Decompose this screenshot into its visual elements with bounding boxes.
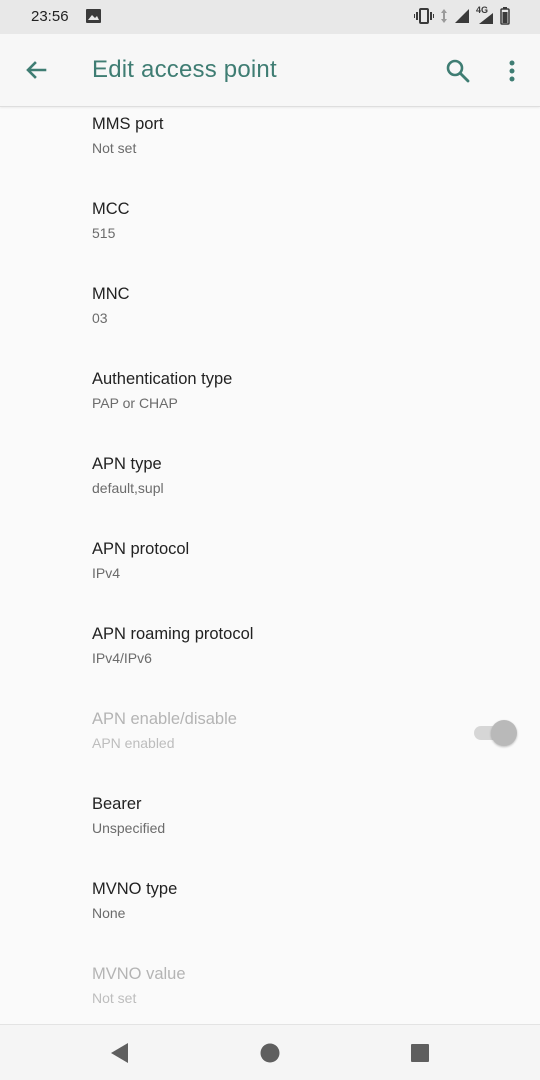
pref-summary: PAP or CHAP bbox=[92, 395, 178, 411]
screen: 23:56 4G Edit access point MMS port Not … bbox=[0, 0, 540, 1080]
pref-mcc[interactable]: MCC 515 bbox=[0, 196, 540, 281]
pref-title: APN protocol bbox=[92, 540, 190, 558]
pref-apn-protocol[interactable]: APN protocol IPv4 bbox=[0, 536, 540, 621]
status-bar: 23:56 4G bbox=[0, 0, 540, 34]
signal-4g-icon: 4G bbox=[476, 5, 494, 25]
status-time: 23:56 bbox=[31, 8, 69, 25]
pref-summary: default,supl bbox=[92, 480, 164, 496]
pref-mms-port[interactable]: MMS port Not set bbox=[0, 111, 540, 196]
pref-mvno-value: MVNO value Not set bbox=[0, 961, 540, 1024]
navigation-bar bbox=[0, 1024, 540, 1080]
pref-title: APN type bbox=[92, 455, 162, 473]
nav-back-icon[interactable] bbox=[108, 1041, 132, 1065]
pref-mnc[interactable]: MNC 03 bbox=[0, 281, 540, 366]
search-icon[interactable] bbox=[443, 56, 473, 86]
pref-apn-enable: APN enable/disable APN enabled bbox=[0, 706, 540, 791]
pref-title: Bearer bbox=[92, 795, 142, 813]
apn-enable-toggle bbox=[474, 719, 518, 749]
pref-summary: Not set bbox=[92, 140, 137, 156]
pref-title: MNC bbox=[92, 285, 130, 303]
pref-summary: Unspecified bbox=[92, 820, 166, 836]
image-icon bbox=[86, 9, 101, 23]
page-title: Edit access point bbox=[92, 56, 277, 83]
pref-title: APN enable/disable bbox=[92, 710, 237, 728]
pref-summary: Not set bbox=[92, 990, 137, 1006]
app-bar: Edit access point bbox=[0, 34, 540, 107]
pref-summary: 03 bbox=[92, 310, 108, 326]
pref-title: Authentication type bbox=[92, 370, 233, 388]
pref-title: MCC bbox=[92, 200, 130, 218]
preference-list: MMS port Not set MCC 515 MNC 03 Authenti… bbox=[0, 107, 540, 1024]
pref-authentication-type[interactable]: Authentication type PAP or CHAP bbox=[0, 366, 540, 451]
pref-summary: 515 bbox=[92, 225, 116, 241]
pref-apn-type[interactable]: APN type default,supl bbox=[0, 451, 540, 536]
vibrate-icon bbox=[414, 8, 434, 24]
pref-title: MVNO type bbox=[92, 880, 178, 898]
more-vert-icon[interactable] bbox=[498, 56, 526, 86]
toggle-thumb bbox=[491, 720, 517, 746]
pref-title: MMS port bbox=[92, 115, 164, 133]
pref-summary: None bbox=[92, 905, 126, 921]
pref-apn-roaming-protocol[interactable]: APN roaming protocol IPv4/IPv6 bbox=[0, 621, 540, 706]
battery-icon bbox=[500, 7, 510, 25]
pref-title: MVNO value bbox=[92, 965, 186, 983]
data-arrows-icon bbox=[441, 9, 447, 23]
pref-summary: IPv4/IPv6 bbox=[92, 650, 152, 666]
pref-bearer[interactable]: Bearer Unspecified bbox=[0, 791, 540, 876]
nav-home-icon[interactable] bbox=[259, 1042, 281, 1064]
pref-mvno-type[interactable]: MVNO type None bbox=[0, 876, 540, 961]
pref-summary: APN enabled bbox=[92, 735, 175, 751]
arrow-back-icon[interactable] bbox=[20, 56, 50, 86]
signal-icon bbox=[455, 9, 469, 23]
nav-recents-icon[interactable] bbox=[410, 1043, 430, 1063]
status-icons: 4G bbox=[414, 5, 510, 25]
pref-summary: IPv4 bbox=[92, 565, 121, 581]
pref-title: APN roaming protocol bbox=[92, 625, 254, 643]
